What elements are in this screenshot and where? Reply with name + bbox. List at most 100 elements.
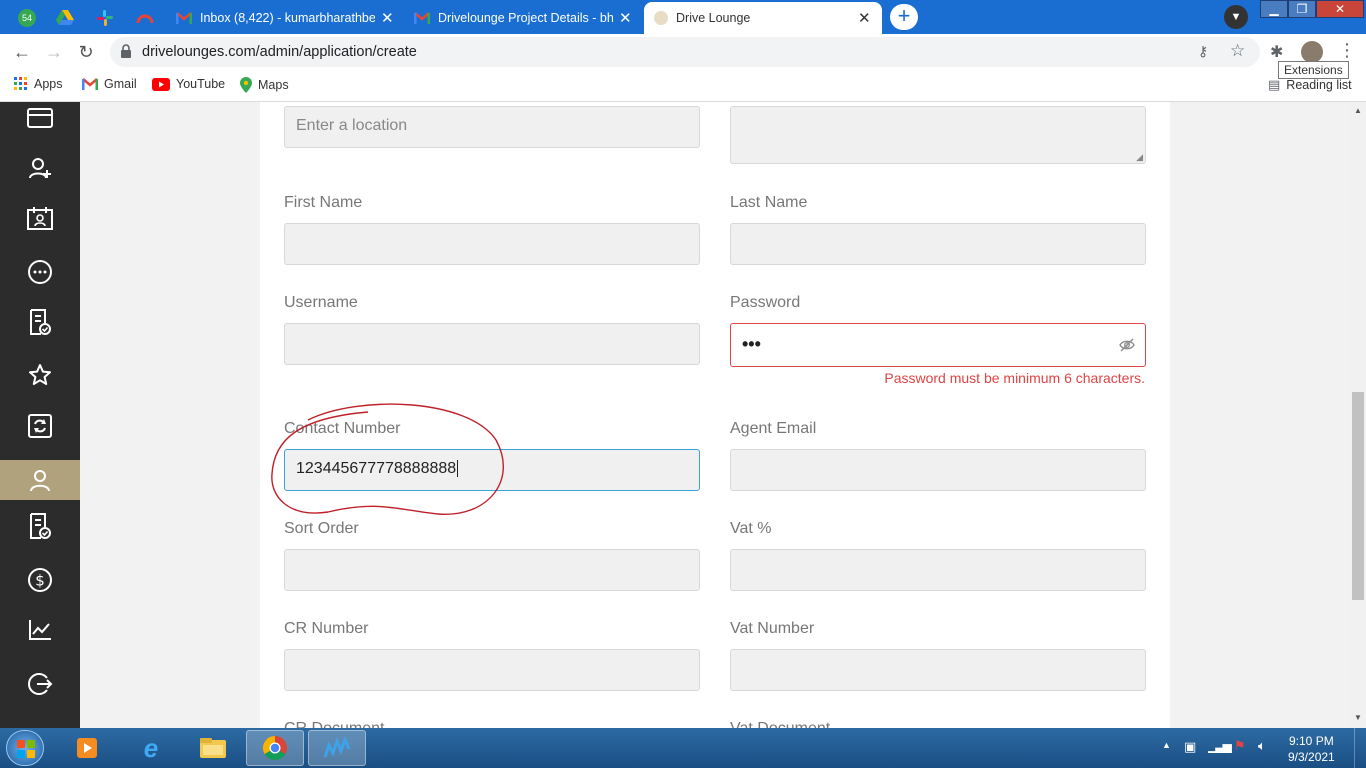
password-error: Password must be minimum 6 characters. [884,370,1145,386]
pinned-tab-drive[interactable] [46,4,84,32]
sidebar-item-chat[interactable] [0,252,80,292]
first-name-input[interactable] [284,223,700,265]
scroll-thumb[interactable] [1352,392,1364,600]
bookmark-maps[interactable]: Maps [240,77,289,93]
maximize-button[interactable]: ❐ [1288,0,1316,18]
bookmark-gmail[interactable]: Gmail [82,77,137,91]
document-check-icon [30,513,51,539]
sidebar-item-refresh[interactable] [0,406,80,446]
pinned-tab-badge[interactable]: 54 [8,4,46,32]
key-icon[interactable]: ⚷ [1198,43,1208,60]
gmail-icon [82,78,98,90]
sidebar-item-logout[interactable] [0,664,80,704]
cr-document-label: CR Document [284,720,384,728]
url-text: drivelounges.com/admin/application/creat… [142,44,417,60]
page-scrollbar[interactable]: ▲ ▼ [1350,102,1366,728]
star-icon[interactable]: ☆ [1230,41,1245,61]
forward-icon[interactable]: → [42,40,66,64]
extensions-icon[interactable]: ✱ [1270,42,1283,62]
sort-order-label: Sort Order [284,520,359,537]
browser-toolbar: ← → ↻ drivelounges.com/admin/application… [0,34,1366,70]
refresh-doc-icon [28,414,52,438]
slack-icon [97,10,113,26]
sidebar-item-cards[interactable] [0,98,80,138]
scroll-up-icon[interactable]: ▲ [1354,106,1362,115]
address-bar[interactable]: drivelounges.com/admin/application/creat… [110,37,1260,67]
sort-order-input[interactable] [284,549,700,591]
username-input[interactable] [284,323,700,365]
location-input[interactable]: Enter a location [284,106,700,148]
last-name-input[interactable] [730,223,1146,265]
clock-time: 9:10 PM [1289,734,1334,748]
menu-icon[interactable]: ⋮ [1338,40,1356,61]
sidebar-item-add-user[interactable] [0,148,80,188]
new-tab-button[interactable]: + [890,4,918,30]
close-window-button[interactable]: ✕ [1316,0,1364,18]
reload-icon[interactable]: ↻ [74,40,98,64]
minimize-button[interactable]: ▁ [1260,0,1288,18]
internet-explorer-icon: e [143,732,159,763]
add-user-icon [29,158,51,179]
taskbar-chrome[interactable] [246,730,304,766]
bookmark-apps[interactable]: Apps [14,77,63,91]
badge-icon: 54 [18,9,36,27]
bookmark-label: Apps [34,77,63,91]
chevron-down-icon[interactable]: ▼ [1224,5,1248,29]
taskbar-file-explorer[interactable] [184,730,242,766]
eye-slash-icon[interactable] [1119,338,1135,352]
password-value: ••• [742,334,761,354]
sidebar-item-payments[interactable]: $ [0,560,80,600]
bookmark-label: Maps [258,78,289,92]
admin-sidebar: $ [0,102,80,728]
network-icon[interactable]: ▁▃▅ [1208,739,1232,753]
logout-icon [28,673,53,695]
tab-title: Inbox (8,422) - kumarbharathbe@ [200,11,375,25]
tab-title: Drive Lounge [676,11,751,25]
volume-icon[interactable]: 🔈︎ [1258,738,1266,754]
start-button[interactable] [6,730,44,766]
address-textarea[interactable]: ◢ [730,106,1146,164]
tab-inbox[interactable]: Inbox (8,422) - kumarbharathbe@ ✕ [166,2,404,34]
sidebar-item-reports[interactable] [0,506,80,546]
vat-number-input[interactable] [730,649,1146,691]
scroll-down-icon[interactable]: ▼ [1354,713,1362,722]
device-icon[interactable]: ▣ [1184,739,1196,755]
password-input[interactable]: ••• [730,323,1146,367]
reading-list-button[interactable]: ▤ Reading list [1268,77,1352,93]
tab-project-details[interactable]: Drivelounge Project Details - bha ✕ [404,2,642,34]
show-hidden-icons[interactable]: ▲ [1162,740,1171,750]
apps-grid-icon [14,77,27,90]
vat-percent-input[interactable] [730,549,1146,591]
pinned-tab-speedometer[interactable] [126,4,164,32]
show-desktop-button[interactable] [1354,728,1366,768]
cr-number-input[interactable] [284,649,700,691]
action-center-icon[interactable]: ⚑ [1234,738,1246,754]
taskbar-internet-explorer[interactable]: e [122,730,180,766]
browser-tab-bar: 54 Inbox (8,422) - kumarbharathbe@ ✕ Dri… [0,0,1366,34]
sidebar-item-documents[interactable] [0,302,80,342]
drive-icon [56,10,74,25]
gmail-icon [176,12,192,24]
bookmark-youtube[interactable]: YouTube [152,77,225,91]
agent-email-input[interactable] [730,449,1146,491]
document-check-icon [30,309,51,335]
tab-drive-lounge[interactable]: Drive Lounge ✕ [644,2,882,34]
taskbar-media-player[interactable] [58,730,116,766]
last-name-label: Last Name [730,194,808,211]
sidebar-item-calendar-user[interactable] [0,198,80,238]
avatar[interactable] [1301,41,1323,63]
system-clock[interactable]: 9:10 PM 9/3/2021 [1288,733,1335,765]
close-icon[interactable]: ✕ [858,9,871,27]
sidebar-item-analytics[interactable] [0,610,80,650]
sidebar-item-users[interactable] [0,460,80,500]
svg-text:$: $ [35,572,45,590]
media-player-icon [77,738,97,758]
dollar-icon: $ [28,568,52,592]
close-icon[interactable]: ✕ [381,9,394,27]
sidebar-item-favorites[interactable] [0,355,80,395]
windows-logo-icon [17,740,35,758]
back-icon[interactable]: ← [10,40,34,64]
taskbar-wave-app[interactable] [308,730,366,766]
close-icon[interactable]: ✕ [619,9,632,27]
pinned-tab-slack[interactable] [86,4,124,32]
